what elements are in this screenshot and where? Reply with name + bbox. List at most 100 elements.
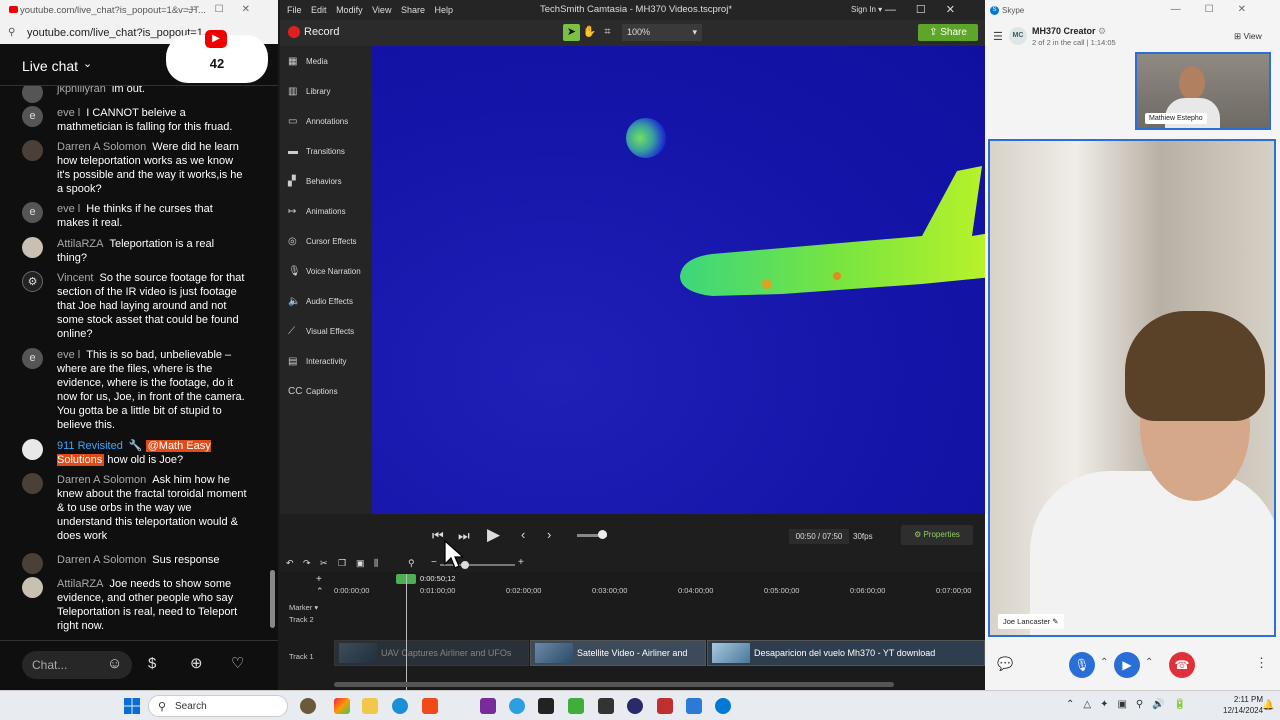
windows-start-icon[interactable] xyxy=(124,698,140,714)
chat-icon[interactable]: 💬 xyxy=(997,656,1013,672)
cut-icon[interactable]: ✂ xyxy=(320,558,328,569)
scrub-handle[interactable] xyxy=(598,530,607,539)
sidebar-item-animations[interactable]: ↦ Animations xyxy=(288,206,346,217)
marker-track-label[interactable]: Marker ▾ xyxy=(289,603,318,612)
window-controls[interactable]: —☐✕ xyxy=(885,0,975,20)
sidebar-item-interactivity[interactable]: ▤ Interactivity xyxy=(288,356,346,367)
author-name[interactable]: Darren A Solomon xyxy=(57,141,146,153)
microphone-button[interactable]: 🎙 xyxy=(1069,652,1095,678)
zoom-in-icon[interactable]: + xyxy=(518,557,524,568)
system-tray-icons[interactable]: ⌃△✦▣⚲🔊🔋 xyxy=(1066,699,1195,710)
taskbar-clock[interactable]: 2:11 PM 12/14/2024 xyxy=(1223,694,1263,716)
author-name[interactable]: eve l xyxy=(57,203,80,215)
app-icon[interactable] xyxy=(657,698,673,714)
pin-icon[interactable]: ✎ xyxy=(1052,617,1058,626)
window-controls[interactable]: —☐✕ xyxy=(187,4,268,15)
sidebar-item-cursor-effects[interactable]: ◎ Cursor Effects xyxy=(288,236,357,247)
camera-button[interactable]: ▶ xyxy=(1114,652,1140,678)
menu-help[interactable]: Help xyxy=(435,5,454,15)
sidebar-item-voice-narration[interactable]: 🎙 Voice Narration xyxy=(288,266,361,277)
share-button[interactable]: ⇪ Share xyxy=(918,24,978,41)
window-controls[interactable]: —☐✕ xyxy=(1171,4,1270,15)
hamburger-menu-icon[interactable]: ☰ xyxy=(993,30,1003,43)
collapse-icon[interactable]: ⌃ xyxy=(316,586,324,597)
clip-satellite[interactable]: Satellite Video - Airliner and xyxy=(530,640,706,666)
heart-icon[interactable]: ♡ xyxy=(231,654,244,672)
brave-icon[interactable] xyxy=(422,698,438,714)
pan-tool-icon[interactable]: ✋ xyxy=(581,24,598,41)
menu-view[interactable]: View xyxy=(372,5,391,15)
record-button[interactable]: Record xyxy=(304,26,339,38)
app-icon[interactable] xyxy=(538,698,554,714)
menu-edit[interactable]: Edit xyxy=(311,5,327,15)
settings-icon[interactable]: ⚙ xyxy=(1098,26,1106,36)
record-icon[interactable] xyxy=(288,26,300,38)
sidebar-item-transitions[interactable]: ▬ Transitions xyxy=(288,146,345,157)
chat-scrollbar[interactable] xyxy=(270,570,275,628)
onenote-icon[interactable] xyxy=(480,698,496,714)
timeline-scrollbar[interactable] xyxy=(334,682,894,687)
author-name[interactable]: Darren A Solomon xyxy=(57,474,146,486)
chat-title[interactable]: Live chat xyxy=(22,58,78,74)
track-2-label[interactable]: Track 2 xyxy=(289,615,314,624)
author-name[interactable]: 911 Revisited xyxy=(57,440,123,452)
sidebar-item-captions[interactable]: CC Captions xyxy=(288,386,338,397)
widgets-icon[interactable] xyxy=(300,698,316,714)
crop-tool-icon[interactable]: ⌗ xyxy=(599,24,616,41)
edge-icon[interactable] xyxy=(392,698,408,714)
properties-button[interactable]: ⚙ Properties xyxy=(901,525,973,545)
sidebar-item-audio-effects[interactable]: 🔈 Audio Effects xyxy=(288,296,353,307)
view-button[interactable]: ⊞ View xyxy=(1234,31,1262,42)
author-name[interactable]: eve l xyxy=(57,107,80,119)
sidebar-item-annotations[interactable]: ▭ Annotations xyxy=(288,116,348,127)
super-chat-icon[interactable]: $ xyxy=(148,655,156,672)
sidebar-item-visual-effects[interactable]: ⟋ Visual Effects xyxy=(288,326,354,337)
headphones-icon[interactable] xyxy=(627,698,643,714)
menu-modify[interactable]: Modify xyxy=(336,5,363,15)
main-video-feed[interactable]: Joe Lancaster ✎ xyxy=(988,139,1276,637)
chevron-down-icon[interactable]: ⌄ xyxy=(83,57,92,70)
add-track-icon[interactable]: + xyxy=(316,574,322,585)
author-name[interactable]: jkpnillyran xyxy=(57,86,106,95)
mic-options-chevron-icon[interactable]: ⌃ xyxy=(1100,657,1108,668)
emoji-icon[interactable]: ☺ xyxy=(107,655,122,672)
play-icon[interactable]: ▶ xyxy=(487,525,500,545)
app-icon[interactable] xyxy=(598,698,614,714)
author-name[interactable]: AttilaRZA xyxy=(57,578,103,590)
paste-icon[interactable]: ▣ xyxy=(356,558,365,569)
taskbar-search[interactable]: ⚲ Search xyxy=(148,695,288,717)
copilot-icon[interactable] xyxy=(334,698,350,714)
menu-share[interactable]: Share xyxy=(401,5,425,15)
clip-uav[interactable]: UAV Captures Airliner and UFOs xyxy=(334,640,529,666)
select-tool-icon[interactable]: ➤ xyxy=(563,24,580,41)
author-name[interactable]: Darren A Solomon xyxy=(57,554,146,566)
camtasia-icon[interactable] xyxy=(568,698,584,714)
zoom-out-icon[interactable]: − xyxy=(431,557,437,568)
participant-thumbnail[interactable]: Mathiew Estepho xyxy=(1135,52,1271,130)
rewind-icon[interactable]: ⏮ xyxy=(432,528,444,544)
copy-icon[interactable]: ❐ xyxy=(338,558,346,569)
menu-file[interactable]: File xyxy=(287,5,302,15)
zoom-select[interactable]: 100% ▾ xyxy=(622,24,702,41)
site-info-icon[interactable]: ⚲ xyxy=(8,27,15,38)
telegram-icon[interactable] xyxy=(509,698,525,714)
camera-options-chevron-icon[interactable]: ⌃ xyxy=(1145,657,1153,668)
author-name[interactable]: Vincent xyxy=(57,272,94,284)
author-name[interactable]: AttilaRZA xyxy=(57,238,103,250)
redo-icon[interactable]: ↷ xyxy=(303,558,311,569)
call-name[interactable]: MH370 Creator ⚙ xyxy=(1032,26,1106,37)
notification-bell-icon[interactable]: 🔔 xyxy=(1262,700,1274,711)
sidebar-item-media[interactable]: ▦ Media xyxy=(288,56,328,67)
file-explorer-icon[interactable] xyxy=(362,698,378,714)
sign-in-button[interactable]: Sign In ▾ xyxy=(851,0,882,20)
track-1-label[interactable]: Track 1 xyxy=(289,652,314,661)
author-name[interactable]: eve l xyxy=(57,349,80,361)
chat-message-list[interactable]: jkpnillyran im out. e eve lI CANNOT beleiv… xyxy=(0,86,270,636)
add-icon[interactable]: ⊕ xyxy=(190,654,203,672)
app-icon[interactable] xyxy=(686,698,702,714)
more-options-icon[interactable]: ⋮ xyxy=(1255,655,1268,671)
next-icon[interactable]: › xyxy=(547,527,551,542)
split-icon[interactable]: ⫼ xyxy=(374,558,378,569)
fps-display[interactable]: 30fps xyxy=(849,529,873,544)
skype-taskbar-icon[interactable] xyxy=(715,698,731,714)
